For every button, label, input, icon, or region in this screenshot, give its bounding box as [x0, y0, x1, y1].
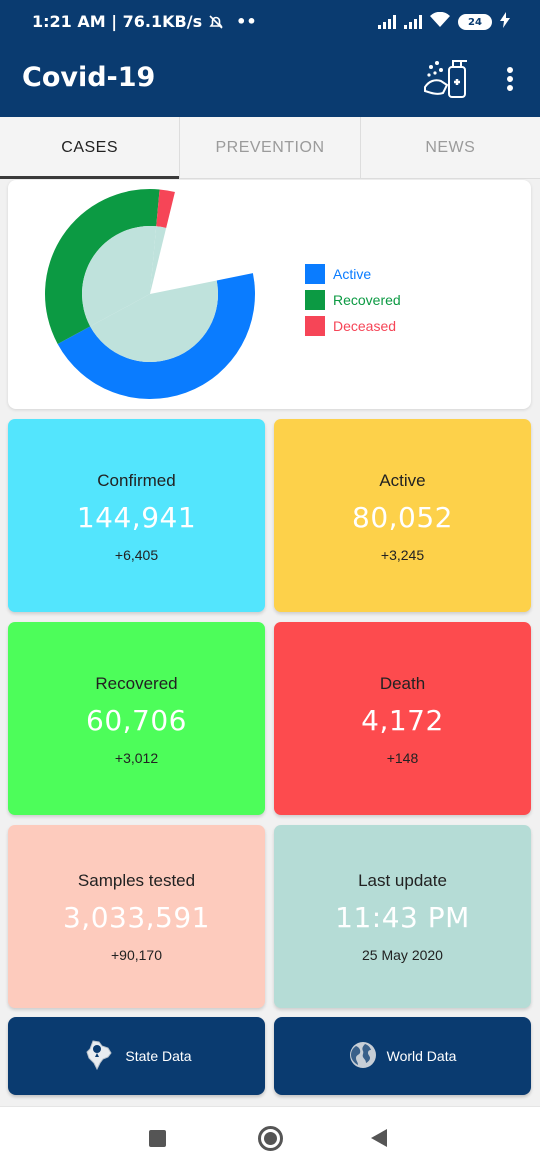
legend-item-deceased: Deceased — [305, 313, 401, 339]
legend-label-active: Active — [333, 266, 372, 282]
samples-value: 3,033,591 — [62, 901, 210, 934]
samples-delta: +90,170 — [111, 947, 162, 963]
death-label: Death — [379, 674, 426, 693]
battery-icon: 24 — [458, 14, 492, 30]
chart-card: Active Recovered Deceased — [8, 180, 531, 409]
death-delta: +148 — [386, 750, 419, 766]
chart-legend: Active Recovered Deceased — [305, 261, 401, 339]
more-vert-icon[interactable] — [500, 64, 520, 94]
tab-news[interactable]: NEWS — [361, 117, 540, 178]
active-card[interactable]: Active 80,052 +3,245 — [274, 419, 531, 612]
wifi-icon — [430, 11, 450, 32]
active-value: 80,052 — [352, 501, 453, 534]
active-delta: +3,245 — [380, 547, 425, 563]
status-right: 24 — [378, 11, 510, 32]
charging-icon — [500, 12, 510, 32]
last-update-label: Last update — [358, 871, 447, 890]
recovered-label: Recovered — [95, 674, 178, 693]
globe-icon — [349, 1041, 377, 1072]
recovered-delta: +3,012 — [114, 750, 159, 766]
confirmed-value: 144,941 — [76, 501, 197, 534]
tab-cases[interactable]: CASES — [0, 117, 181, 179]
pie-chart — [44, 189, 256, 400]
confirmed-label: Confirmed — [97, 471, 176, 490]
legend-label-recovered: Recovered — [333, 292, 401, 308]
status-left: 1:21 AM | 76.1KB/s •• — [32, 12, 257, 31]
death-card[interactable]: Death 4,172 +148 — [274, 622, 531, 815]
recovered-value: 60,706 — [86, 704, 187, 737]
tab-prevention[interactable]: PREVENTION — [180, 117, 361, 178]
legend-swatch-deceased — [305, 316, 325, 336]
legend-swatch-recovered — [305, 290, 325, 310]
confirmed-card[interactable]: Confirmed 144,941 +6,405 — [8, 419, 265, 612]
confirmed-delta: +6,405 — [114, 547, 159, 563]
app-bar: Covid-19 — [0, 40, 540, 117]
back-icon[interactable] — [371, 1129, 387, 1147]
recovered-card[interactable]: Recovered 60,706 +3,012 — [8, 622, 265, 815]
legend-label-deceased: Deceased — [333, 318, 397, 334]
world-data-label: World Data — [386, 1048, 457, 1064]
signal-icon-2 — [404, 15, 422, 29]
status-time-speed: 1:21 AM | 76.1KB/s — [32, 12, 203, 31]
last-update-card[interactable]: Last update 11:43 PM 25 May 2020 — [274, 825, 531, 1008]
legend-item-recovered: Recovered — [305, 287, 401, 313]
active-label: Active — [379, 471, 426, 490]
status-dots: •• — [236, 12, 257, 31]
status-bar: 1:21 AM | 76.1KB/s •• 24 — [0, 0, 540, 40]
legend-swatch-active — [305, 264, 325, 284]
legend-item-active: Active — [305, 261, 401, 287]
samples-label: Samples tested — [77, 871, 196, 890]
mute-icon — [208, 14, 224, 30]
signal-icon — [378, 15, 396, 29]
samples-card[interactable]: Samples tested 3,033,591 +90,170 — [8, 825, 265, 1008]
sanitizer-icon[interactable] — [423, 57, 469, 101]
world-data-button[interactable]: World Data — [274, 1017, 531, 1095]
india-map-icon — [81, 1038, 115, 1075]
home-icon[interactable] — [258, 1126, 283, 1151]
recents-icon[interactable] — [149, 1130, 166, 1147]
state-data-label: State Data — [125, 1048, 192, 1064]
state-data-button[interactable]: State Data — [8, 1017, 265, 1095]
system-nav-bar — [0, 1106, 540, 1170]
death-value: 4,172 — [361, 704, 444, 737]
last-update-value: 11:43 PM — [335, 901, 470, 934]
app-title: Covid-19 — [22, 62, 156, 93]
tab-bar: CASES PREVENTION NEWS — [0, 117, 540, 179]
last-update-date: 25 May 2020 — [362, 947, 443, 963]
